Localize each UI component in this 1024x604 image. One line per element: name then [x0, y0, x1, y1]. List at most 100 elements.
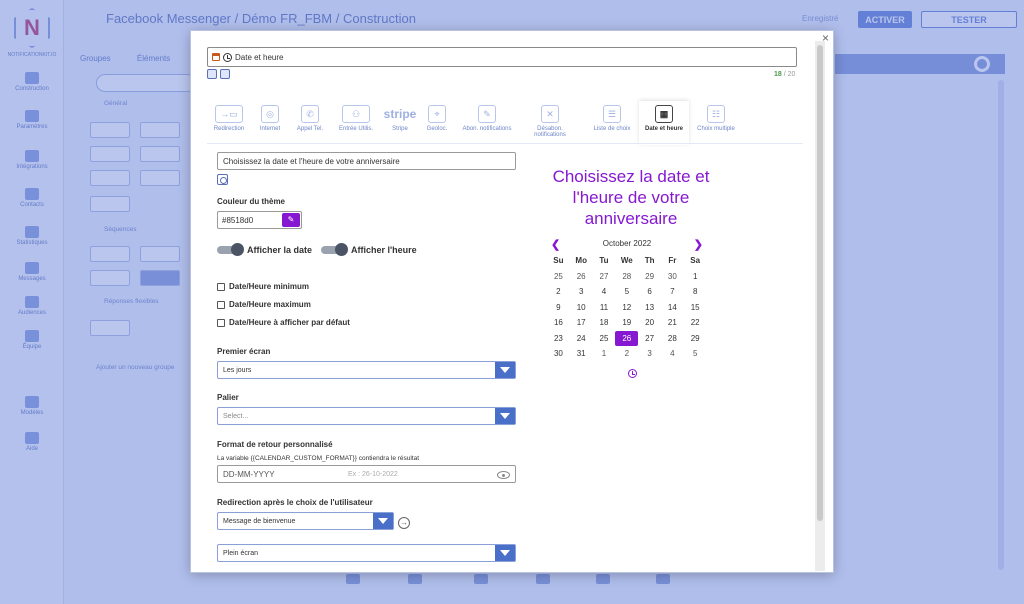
calendar-day[interactable]: 11	[593, 300, 616, 316]
weekday-header: Su	[553, 256, 564, 265]
tool-multiple-choice[interactable]: ☷ Choix multiple	[691, 101, 741, 145]
theme-color-label: Couleur du thème	[217, 197, 286, 206]
toggle-show-time[interactable]: Afficher l'heure	[321, 243, 417, 256]
element-title-field[interactable]: Date et heure	[207, 47, 797, 67]
chevron-down-icon[interactable]	[495, 362, 515, 378]
element-title-value: Date et heure	[235, 52, 284, 62]
go-to-message-icon[interactable]: →	[398, 517, 410, 529]
prev-month-icon[interactable]: ❮	[551, 238, 560, 251]
calendar-day[interactable]: 5	[684, 346, 707, 362]
time-picker-icon[interactable]	[628, 369, 637, 378]
calendar-day[interactable]: 27	[638, 331, 661, 347]
next-month-icon[interactable]: ❯	[694, 238, 703, 251]
chevron-down-icon[interactable]	[373, 513, 393, 529]
calendar-day[interactable]: 13	[638, 300, 661, 316]
checkbox-date-min[interactable]: Date/Heure minimum	[217, 282, 309, 291]
first-screen-label: Premier écran	[217, 347, 271, 356]
calendar-day[interactable]: 31	[570, 346, 593, 362]
checkbox-box[interactable]	[217, 318, 225, 327]
checkbox-box[interactable]	[217, 300, 225, 309]
calendar-day[interactable]: 2	[615, 346, 638, 362]
emoji-icon[interactable]	[220, 69, 230, 79]
calendar-month: October 2022	[602, 239, 652, 248]
calendar-day[interactable]: 29	[638, 269, 661, 285]
image-icon[interactable]	[207, 69, 217, 79]
calendar-day[interactable]: 1	[593, 346, 616, 362]
checkbox-date-default[interactable]: Date/Heure à afficher par défaut	[217, 318, 350, 327]
calendar-day[interactable]: 17	[570, 315, 593, 331]
step-select[interactable]: Select...	[217, 407, 516, 425]
weekday-header: Sa	[690, 256, 701, 265]
calendar-day[interactable]: 29	[684, 331, 707, 347]
step-label: Palier	[217, 393, 239, 402]
calendar-day[interactable]: 7	[661, 284, 684, 300]
calendar-day[interactable]: 1	[684, 269, 707, 285]
emoji-icon[interactable]	[217, 174, 228, 185]
tool-internet[interactable]: ◎ Internet	[251, 101, 289, 145]
toggle-track[interactable]	[217, 243, 244, 256]
calendar-day-selected[interactable]: 26	[615, 330, 639, 346]
checkbox-box[interactable]	[217, 282, 225, 291]
calendar-day[interactable]: 26	[570, 269, 593, 285]
calendar-day[interactable]: 19	[615, 315, 638, 331]
calendar-day[interactable]: 9	[547, 300, 570, 316]
calendar-day[interactable]: 22	[684, 315, 707, 331]
tool-geoloc[interactable]: ⌖ Geoloc.	[419, 101, 455, 145]
preview-question: Choisissez la date et l'heure de votre a…	[552, 167, 710, 228]
calendar-day[interactable]: 30	[547, 346, 570, 362]
tool-phone-call[interactable]: ✆ Appel Tel.	[289, 101, 331, 145]
color-picker-icon[interactable]: ✎	[282, 213, 300, 227]
calendar-day[interactable]: 3	[638, 346, 661, 362]
chevron-down-icon[interactable]	[495, 408, 515, 424]
calendar-day[interactable]: 6	[638, 284, 661, 300]
char-counter: 18 / 20	[774, 71, 796, 78]
checkbox-date-max[interactable]: Date/Heure maximum	[217, 300, 311, 309]
calendar-day[interactable]: 23	[547, 331, 570, 347]
calendar-day[interactable]: 27	[593, 269, 616, 285]
display-mode-select[interactable]: Plein écran	[217, 544, 516, 562]
eye-icon[interactable]	[497, 471, 510, 479]
calendar-day[interactable]: 28	[661, 331, 684, 347]
calendar-day[interactable]: 16	[547, 315, 570, 331]
calendar-day[interactable]: 12	[615, 300, 638, 316]
calendar-day[interactable]: 25	[593, 331, 616, 347]
calendar-day[interactable]: 20	[638, 315, 661, 331]
format-input[interactable]: DD-MM-YYYY Ex : 26-10-2022	[217, 465, 516, 483]
toggle-track[interactable]	[321, 243, 348, 256]
tool-user-input[interactable]: ⚇ Entrée Utilis.	[331, 101, 381, 145]
calendar-day[interactable]: 15	[684, 300, 707, 316]
chevron-down-icon[interactable]	[495, 545, 515, 561]
scrollbar-thumb[interactable]	[817, 45, 823, 521]
calendar-day[interactable]: 30	[661, 269, 684, 285]
calendar-day[interactable]: 18	[593, 315, 616, 331]
tool-redirection[interactable]: →▭ Redirection	[207, 101, 251, 145]
calendar-day[interactable]: 5	[615, 284, 638, 300]
calendar-day[interactable]: 4	[593, 284, 616, 300]
calendar-day[interactable]: 8	[684, 284, 707, 300]
checklist-icon: ☷	[707, 105, 725, 123]
element-type-toolbar: →▭ Redirection ◎ Internet ✆ Appel Tel. ⚇ Ent…	[207, 101, 803, 145]
theme-color-input[interactable]: #8518d0 ✎	[217, 211, 302, 229]
toolbar-divider	[207, 143, 803, 144]
tool-unsubscribe-notifications[interactable]: ✕ Désabon. notifications	[525, 101, 575, 145]
tool-choice-list[interactable]: ☰ Liste de choix	[587, 101, 637, 145]
calendar-day[interactable]: 2	[547, 284, 570, 300]
modal-scrollbar[interactable]	[815, 41, 825, 571]
calendar-day[interactable]: 24	[570, 331, 593, 347]
calendar-day[interactable]: 28	[615, 269, 638, 285]
tool-date-time[interactable]: ▦ Date et heure	[639, 101, 689, 145]
calendar-day[interactable]: 3	[570, 284, 593, 300]
toggle-show-date[interactable]: Afficher la date	[217, 243, 312, 256]
calendar-day[interactable]: 25	[547, 269, 570, 285]
tool-subscribe-notifications[interactable]: ✎ Abon. notifications	[455, 101, 519, 145]
first-screen-select[interactable]: Les jours	[217, 361, 516, 379]
calendar-day[interactable]: 21	[661, 315, 684, 331]
weekday-header: We	[620, 256, 633, 265]
calendar-day[interactable]: 14	[661, 300, 684, 316]
question-input[interactable]: Choisissez la date et l'heure de votre a…	[217, 152, 516, 170]
calendar-day[interactable]: 4	[661, 346, 684, 362]
redirect-select[interactable]: Message de bienvenue	[217, 512, 394, 530]
tool-stripe[interactable]: stripe Stripe	[381, 101, 419, 145]
calendar-day[interactable]: 10	[570, 300, 593, 316]
calendar-icon	[212, 53, 220, 61]
